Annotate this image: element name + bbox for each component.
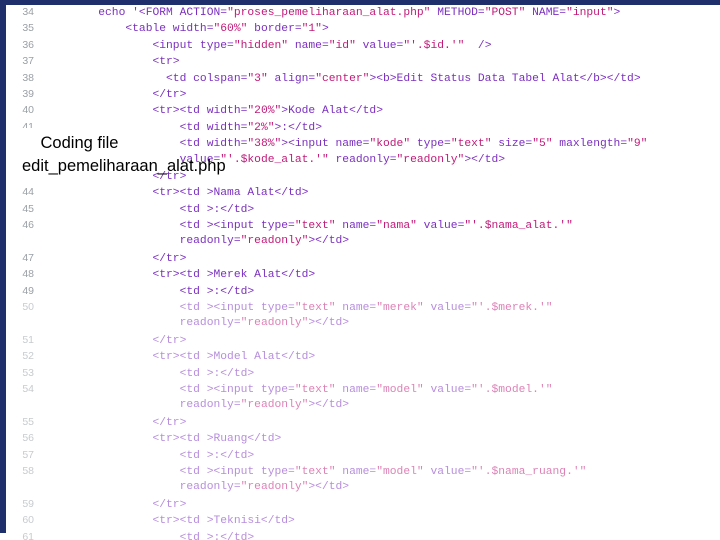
code-text: <tr>	[44, 56, 180, 69]
code-line: 39 </tr>	[8, 86, 720, 102]
code-text: <td >:</td>	[44, 367, 255, 380]
code-line: 40 <tr><td width="20%">Kode Alat</td>	[8, 102, 720, 118]
code-text: <td ><input type="text" name="nama" valu…	[44, 220, 573, 233]
code-text: <tr><td >Merek Alat</td>	[44, 269, 316, 282]
line-number: 47	[22, 251, 34, 264]
left-accent-bar	[0, 5, 6, 533]
code-line: 50 <td ><input type="text" name="merek" …	[8, 299, 720, 315]
line-number: 46	[22, 219, 34, 232]
line-number: 58	[22, 464, 34, 477]
code-text: <tr><td >Nama Alat</td>	[44, 187, 309, 200]
code-line: 34 echo '<FORM ACTION="proses_pemelihara…	[8, 4, 720, 20]
slide-canvas: 34 echo '<FORM ACTION="proses_pemelihara…	[0, 0, 720, 540]
code-line: 48 <tr><td >Merek Alat</td>	[8, 266, 720, 282]
code-text: <input type="hidden" name="id" value="'.…	[44, 39, 492, 52]
code-text: <td colspan="3" align="center"><b>Edit S…	[44, 72, 641, 85]
line-number: 61	[22, 530, 34, 540]
code-text: <td ><input type="text" name="model" val…	[44, 465, 587, 478]
code-text: <td >:</td>	[44, 203, 255, 216]
code-line: 52 <tr><td >Model Alat</td>	[8, 348, 720, 364]
code-text: <tr><td >Model Alat</td>	[44, 351, 316, 364]
code-line: 35 <table width="60%" border="1">	[8, 20, 720, 36]
caption-label: Coding file edit_pemeliharaan_alat.php	[20, 128, 226, 182]
code-line: 53 <td >:</td>	[8, 365, 720, 381]
line-number: 49	[22, 284, 34, 297]
code-line: 59 </tr>	[8, 496, 720, 512]
code-line: 49 <td >:</td>	[8, 283, 720, 299]
code-line: 45 <td >:</td>	[8, 201, 720, 217]
code-text: readonly="readonly"></td>	[44, 481, 350, 494]
line-number: 57	[22, 448, 34, 461]
line-number: 44	[22, 186, 34, 199]
code-line: 57 <td >:</td>	[8, 447, 720, 463]
code-line: 54 <td ><input type="text" name="model" …	[8, 381, 720, 397]
line-number: 53	[22, 366, 34, 379]
code-text: </tr>	[44, 334, 187, 347]
line-number: 38	[22, 71, 34, 84]
code-text: <table width="60%" border="1">	[44, 23, 329, 36]
line-number: 48	[22, 268, 34, 281]
code-line: readonly="readonly"></td>	[8, 315, 720, 331]
line-number: 35	[22, 22, 34, 35]
code-text: <tr><td >Ruang</td>	[44, 433, 282, 446]
line-number: 39	[22, 87, 34, 100]
code-text: <td >:</td>	[44, 449, 255, 462]
code-text: readonly="readonly"></td>	[44, 317, 350, 330]
code-line: 58 <td ><input type="text" name="model" …	[8, 463, 720, 479]
code-line: readonly="readonly"></td>	[8, 479, 720, 495]
code-text: echo '<FORM ACTION="proses_pemeliharaan_…	[44, 7, 621, 19]
code-text: <td ><input type="text" name="merek" val…	[44, 302, 553, 315]
code-text: </tr>	[44, 416, 187, 429]
code-text: <td >:</td>	[44, 531, 255, 540]
line-number: 54	[22, 382, 34, 395]
line-number: 52	[22, 350, 34, 363]
code-listing: 34 echo '<FORM ACTION="proses_pemelihara…	[8, 4, 720, 540]
line-number: 55	[22, 415, 34, 428]
code-line: 38 <td colspan="3" align="center"><b>Edi…	[8, 70, 720, 86]
code-line: readonly="readonly"></td>	[8, 397, 720, 413]
line-number: 40	[22, 104, 34, 117]
code-line: 44 <tr><td >Nama Alat</td>	[8, 184, 720, 200]
line-number: 45	[22, 202, 34, 215]
code-text: <td >:</td>	[44, 285, 255, 298]
code-line: 36 <input type="hidden" name="id" value=…	[8, 37, 720, 53]
code-text: readonly="readonly"></td>	[44, 235, 350, 248]
code-text: <tr><td width="20%">Kode Alat</td>	[44, 105, 383, 118]
line-number: 56	[22, 432, 34, 445]
code-line: 46 <td ><input type="text" name="nama" v…	[8, 217, 720, 233]
code-text: readonly="readonly"></td>	[44, 399, 350, 412]
line-number: 50	[22, 301, 34, 314]
line-number: 51	[22, 333, 34, 346]
line-number: 37	[22, 55, 34, 68]
line-number: 60	[22, 514, 34, 527]
code-text: </tr>	[44, 252, 187, 265]
code-line: 51 </tr>	[8, 332, 720, 348]
code-line: 37 <tr>	[8, 53, 720, 69]
code-text: <td ><input type="text" name="model" val…	[44, 383, 553, 396]
line-number: 59	[22, 497, 34, 510]
code-text: <tr><td >Teknisi</td>	[44, 515, 295, 528]
line-number: 34	[22, 6, 34, 18]
code-text: </tr>	[44, 498, 187, 511]
code-text: </tr>	[44, 88, 187, 101]
code-line: 56 <tr><td >Ruang</td>	[8, 430, 720, 446]
line-number: 36	[22, 38, 34, 51]
code-line: 55 </tr>	[8, 414, 720, 430]
code-line: 47 </tr>	[8, 250, 720, 266]
code-line: readonly="readonly"></td>	[8, 233, 720, 249]
code-line: 60 <tr><td >Teknisi</td>	[8, 512, 720, 528]
code-line: 61 <td >:</td>	[8, 529, 720, 540]
